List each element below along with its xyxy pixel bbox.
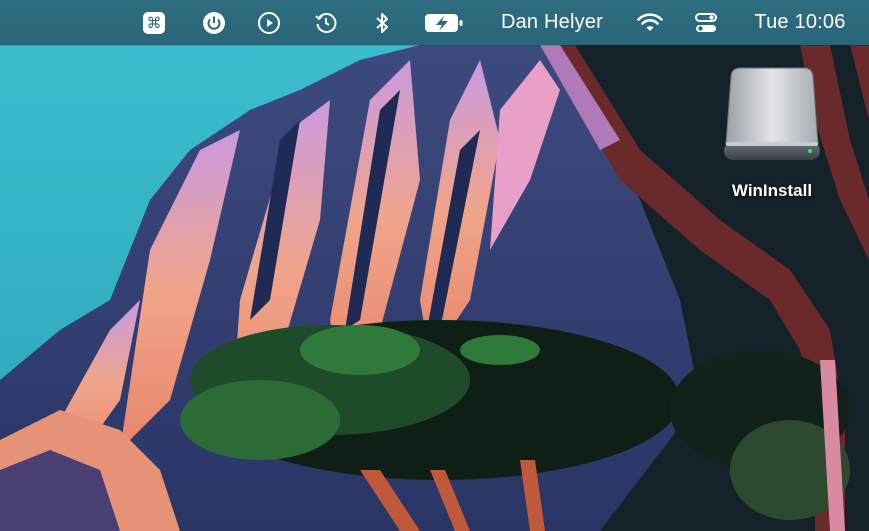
time-machine-icon[interactable] — [312, 0, 340, 45]
battery-charging-icon[interactable] — [422, 0, 466, 45]
command-icon[interactable]: ⌘ — [140, 0, 168, 45]
play-icon[interactable] — [255, 0, 283, 45]
clock-label: Tue 10:06 — [754, 11, 846, 33]
user-name[interactable]: Dan Helyer — [494, 0, 610, 45]
menu-bar: ⌘ Dan Helyer Tue 10:06 — [0, 0, 869, 45]
power-icon[interactable] — [200, 0, 228, 45]
bluetooth-icon[interactable] — [370, 0, 394, 45]
desktop-item-wininstall[interactable]: WinInstall — [712, 62, 832, 212]
clock[interactable]: Tue 10:06 — [746, 0, 854, 45]
wifi-icon[interactable] — [636, 0, 664, 45]
control-center-icon[interactable] — [692, 0, 720, 45]
desktop-screen: ⌘ Dan Helyer Tue 10:06 WinInstall — [0, 0, 869, 531]
external-drive-icon — [724, 67, 820, 160]
svg-text:⌘: ⌘ — [147, 14, 162, 32]
user-name-label: Dan Helyer — [500, 11, 604, 33]
desktop-item-label: WinInstall — [731, 181, 813, 200]
